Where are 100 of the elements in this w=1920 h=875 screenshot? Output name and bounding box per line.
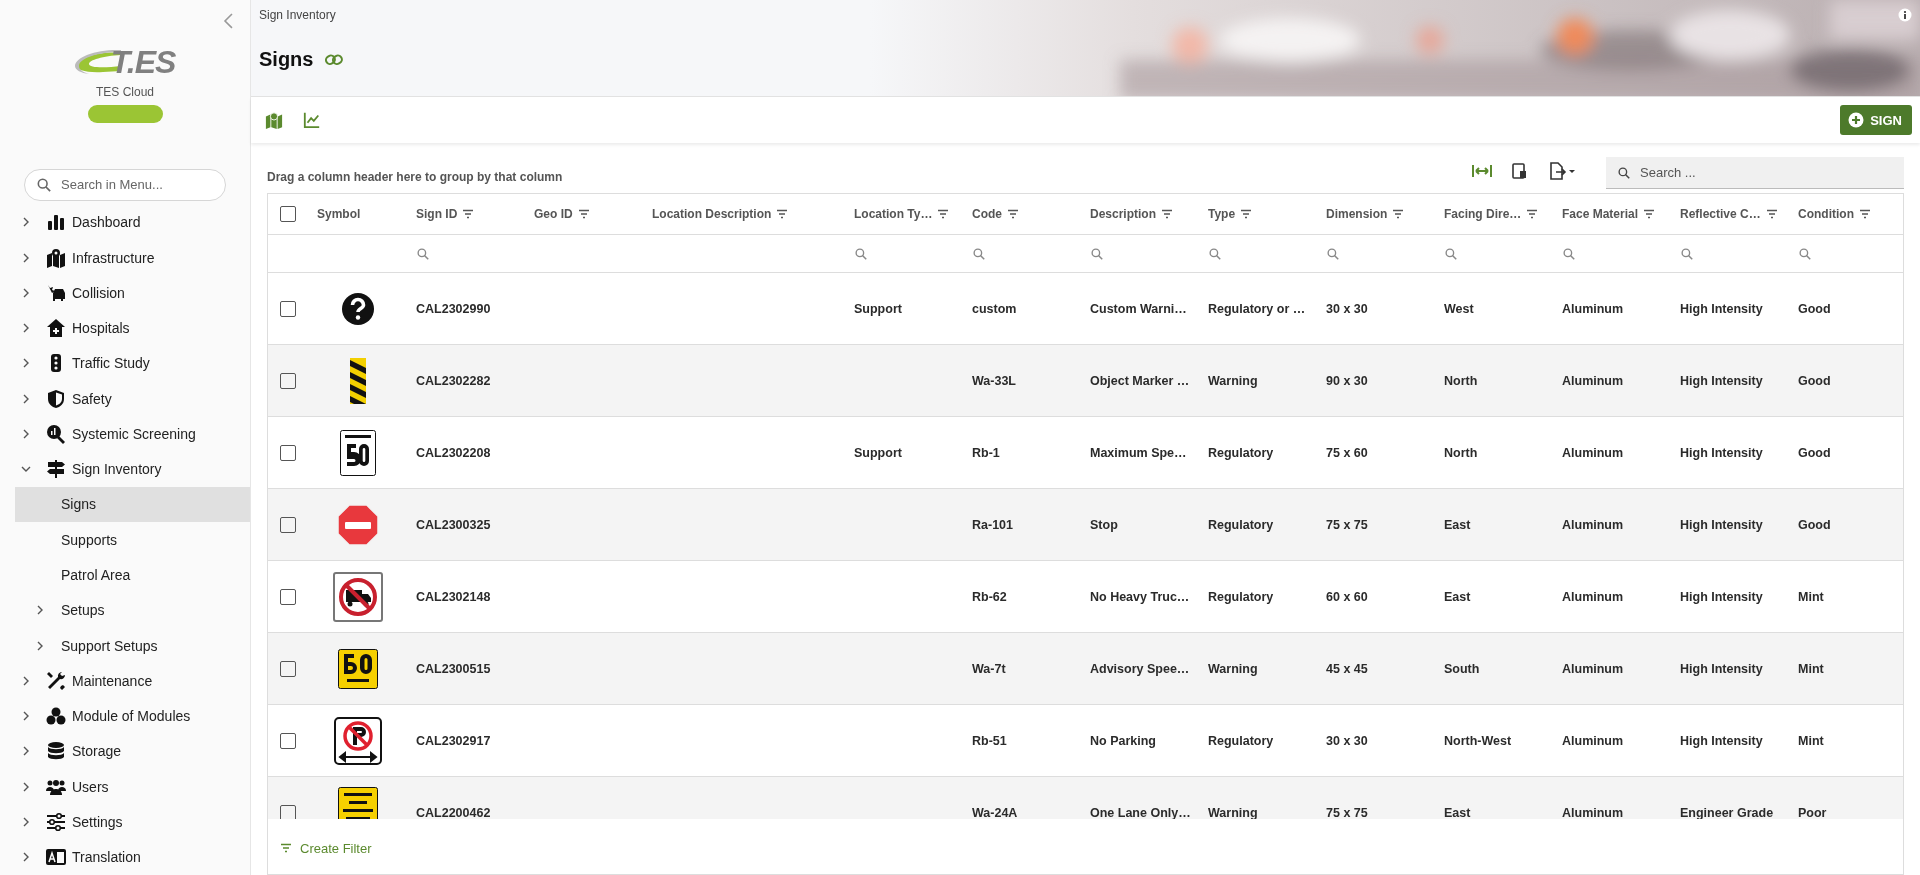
checkbox[interactable] [280,516,296,533]
column-header[interactable]: Type [1208,207,1236,221]
menu-item[interactable]: Storage [15,733,250,770]
submenu-item[interactable]: Support Setups [15,627,250,664]
logo-text: T.ES [110,43,176,81]
column-header[interactable]: Location Description [652,207,772,221]
menu-item[interactable]: Systemic Screening [15,416,250,452]
checkbox[interactable] [280,206,296,222]
breadcrumb[interactable]: Sign Inventory [259,8,336,22]
checkbox[interactable] [280,300,296,317]
table-cell: Good [1798,301,1831,316]
column-header[interactable]: Sign ID [416,207,458,221]
checkbox[interactable] [280,372,296,389]
filter-icon[interactable] [1526,209,1539,219]
collapse-icon[interactable] [222,12,234,30]
menu-item[interactable]: Collision [15,275,250,311]
table-cell: West [1444,301,1474,316]
menu-item[interactable]: Traffic Study [15,345,250,381]
grid-search-field[interactable]: Search ... [1638,164,1882,181]
menu-item[interactable]: Dashboard [15,204,250,240]
submenu-item[interactable]: Supports [15,522,250,558]
column-header[interactable]: Face Material [1562,207,1639,221]
filter-icon[interactable] [1392,209,1405,219]
search-icon[interactable] [855,247,867,260]
search-icon[interactable] [417,247,429,260]
search-icon[interactable] [1681,247,1693,260]
table-cell: Wa-24A [972,805,1018,819]
column-header[interactable]: Code [972,207,1002,221]
menu-search-field[interactable]: Search in Menu... [59,176,213,194]
filter-icon[interactable] [577,209,590,219]
submenu-item[interactable]: Setups [15,592,250,628]
chevron-icon[interactable] [21,781,31,792]
chevron-icon[interactable] [21,287,31,298]
line-chart-icon[interactable] [303,111,321,129]
menu-item[interactable]: Safety [15,381,250,417]
column-header[interactable]: Location Ty… [854,207,933,221]
filter-icon[interactable] [1765,209,1778,219]
column-header[interactable]: Facing Dire… [1444,207,1522,221]
search-icon[interactable] [1799,247,1811,260]
chevron-icon[interactable] [35,640,45,651]
menu-item[interactable]: Users [15,769,250,805]
chevron-icon[interactable] [35,605,45,616]
search-icon[interactable] [1209,247,1221,260]
search-icon[interactable] [1563,247,1575,260]
filter-icon[interactable] [937,209,950,219]
menu-item[interactable]: Translation [15,839,250,875]
chevron-icon[interactable] [21,323,31,334]
checkbox[interactable] [280,660,296,677]
filter-icon[interactable] [776,209,789,219]
checkbox[interactable] [280,732,296,749]
submenu-item[interactable]: Patrol Area [15,557,250,593]
column-header[interactable]: Geo ID [534,207,573,221]
search-icon[interactable] [1327,247,1339,260]
info-icon[interactable] [1898,8,1912,22]
menu-item[interactable]: Maintenance [15,663,250,699]
menu-search-box[interactable]: Search in Menu... [24,168,226,201]
menu-item[interactable]: Module of Modules [15,698,250,734]
filter-icon[interactable] [462,209,475,219]
chevron-icon[interactable] [21,428,31,439]
chevron-icon[interactable] [21,675,31,686]
menu-item[interactable]: Infrastructure [15,239,250,276]
add-sign-button[interactable]: SIGN [1840,105,1912,135]
checkbox[interactable] [280,588,296,605]
submenu-item[interactable]: Signs [15,486,250,523]
filter-icon[interactable] [1643,209,1656,219]
chevron-icon[interactable] [21,393,31,404]
chevron-icon[interactable] [21,711,31,722]
chevron-icon[interactable] [21,817,31,827]
filter-icon[interactable] [1161,209,1173,219]
column-header[interactable]: Dimension [1326,207,1388,221]
export-icon[interactable] [1548,162,1576,180]
chevron-icon[interactable] [21,358,31,369]
menu-item[interactable]: Hospitals [15,310,250,346]
group-panel-hint: Drag a column header here to group by that column [267,170,563,184]
grid-search-box[interactable]: Search ... [1606,157,1904,189]
search-icon[interactable] [973,247,985,260]
column-fit-icon[interactable] [1472,162,1492,180]
column-header[interactable]: Reflective C… [1680,207,1761,221]
search-icon[interactable] [1445,247,1457,260]
checkbox[interactable] [280,444,296,461]
menu-item[interactable]: Settings [15,804,250,840]
search-icon[interactable] [1091,247,1103,260]
column-header[interactable]: Condition [1798,207,1854,221]
chevron-icon[interactable] [21,746,31,757]
chevron-icon[interactable] [21,217,31,228]
checkbox[interactable] [280,804,296,819]
chevron-icon[interactable] [21,252,31,263]
filter-icon[interactable] [1859,209,1871,219]
table-cell: Object Marker … [1090,373,1190,388]
table-cell: North-West [1444,733,1512,748]
link-icon[interactable] [325,52,344,67]
filter-icon[interactable] [1007,209,1019,219]
create-filter-link[interactable]: Create Filter [300,840,372,856]
column-header[interactable]: Symbol [317,207,361,221]
filter-icon[interactable] [1240,209,1253,219]
map-icon[interactable] [265,111,283,129]
table-cell: 45 x 45 [1326,661,1368,676]
chevron-icon[interactable] [21,852,31,863]
column-header[interactable]: Description [1090,207,1156,221]
menu-item[interactable]: Sign Inventory [15,451,250,487]
